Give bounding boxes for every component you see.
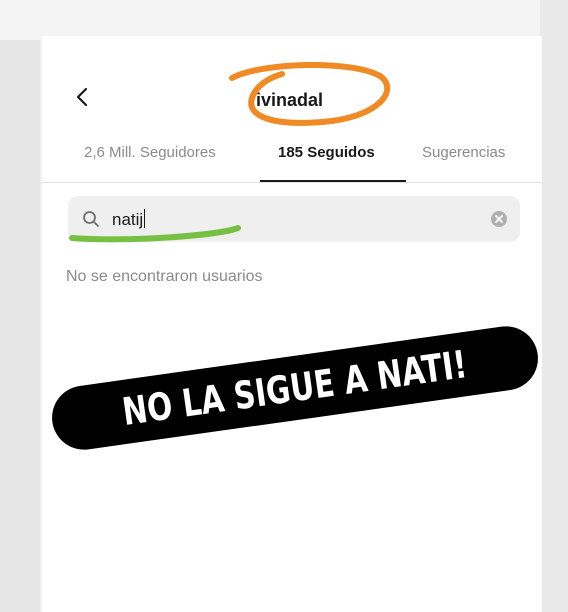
chevron-left-icon (76, 87, 88, 107)
photo-background-top (0, 0, 568, 40)
green-underline-annotation (69, 225, 241, 243)
tab-suggestions[interactable]: Sugerencias (422, 144, 505, 161)
back-button[interactable] (70, 82, 94, 112)
phone-screen: ivinadal 2,6 Mill. Seguidores 185 Seguid… (42, 36, 542, 612)
tab-following[interactable]: 185 Seguidos (278, 144, 375, 161)
follow-tabs: 2,6 Mill. Seguidores 185 Seguidos Sugere… (42, 144, 542, 184)
empty-results-message: No se encontraron usuarios (66, 268, 263, 285)
photo-background-left (0, 0, 40, 612)
clear-icon[interactable] (490, 210, 508, 228)
orange-circle-annotation (229, 61, 391, 126)
tab-followers[interactable]: 2,6 Mill. Seguidores (84, 144, 216, 161)
photo-background-right (540, 0, 568, 612)
tabs-divider (42, 182, 542, 183)
